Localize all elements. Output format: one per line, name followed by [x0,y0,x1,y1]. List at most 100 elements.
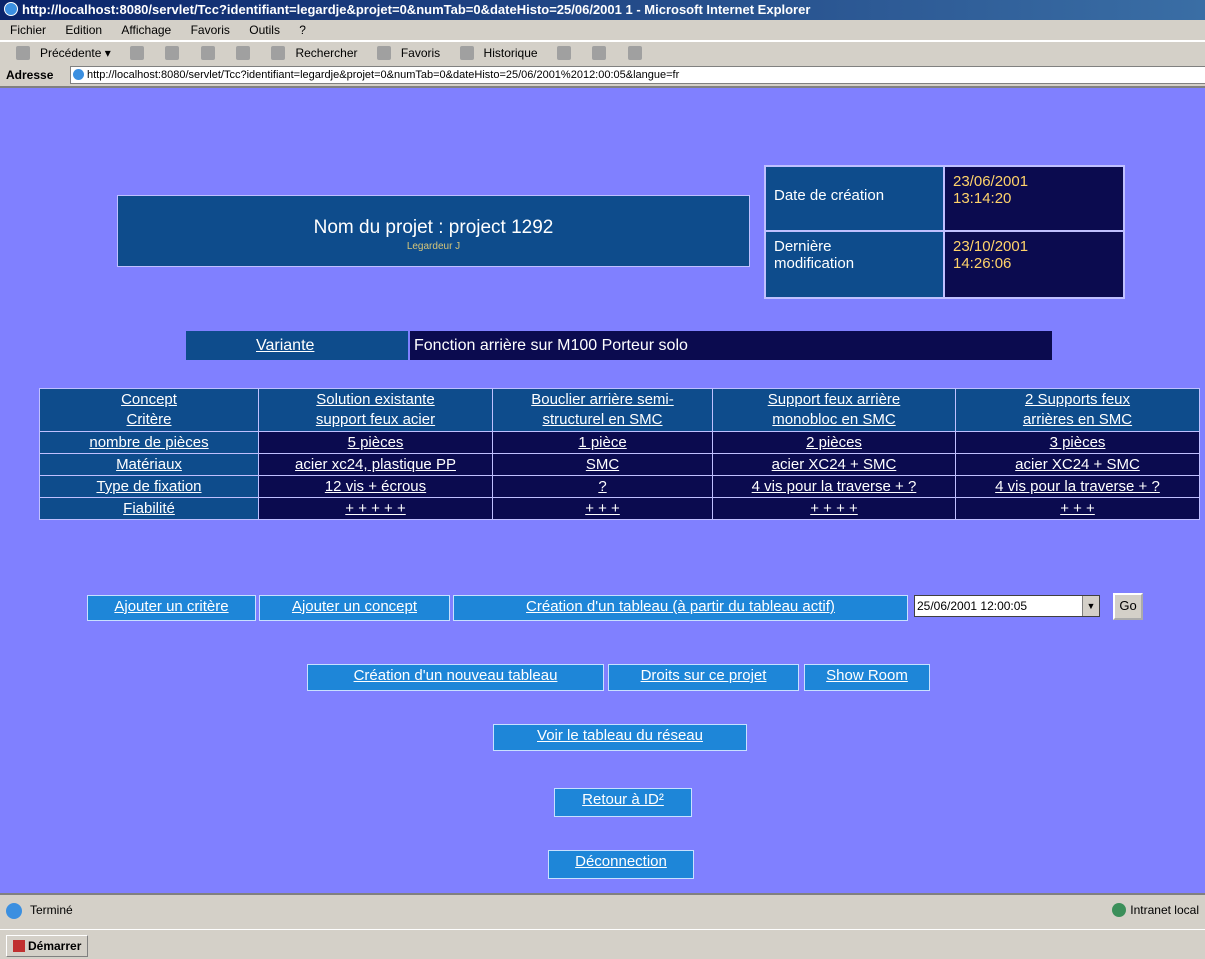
refresh-button[interactable] [193,46,217,60]
edit-button[interactable] [620,46,644,60]
windows-logo-icon [13,940,25,952]
concept-1-line-1[interactable]: Solution existante [316,391,434,408]
value-link[interactable]: + + + + [810,500,858,517]
criterion-cell[interactable]: Type de fixation [39,475,259,498]
criterion-cell[interactable]: Matériaux [39,453,259,476]
value-link[interactable]: acier xc24, plastique PP [295,456,456,473]
network-table-button[interactable]: Voir le tableau du réseau [493,724,747,751]
table-row: nombre de pièces 5 pièces 1 pièce 2 pièc… [39,431,1200,454]
back-label: Précédente [40,46,102,60]
value-link[interactable]: 4 vis pour la traverse + ? [752,478,917,495]
address-label: Adresse [6,68,54,82]
value-cell[interactable]: + + + + + [258,497,493,520]
variant-link[interactable]: Variante [186,331,408,360]
menu-fichier[interactable]: Fichier [10,23,46,37]
logout-button[interactable]: Déconnection [548,850,694,879]
value-cell[interactable]: 2 pièces [712,431,956,454]
value-cell[interactable]: 5 pièces [258,431,493,454]
modified-date: 23/10/2001 [953,238,1029,255]
value-link[interactable]: 12 vis + écrous [325,478,426,495]
criterion-label[interactable]: Fiabilité [123,500,175,517]
concept-4-line-2[interactable]: arrières en SMC [1023,411,1132,428]
value-cell[interactable]: 12 vis + écrous [258,475,493,498]
concept-4-line-1[interactable]: 2 Supports feux [1025,391,1130,408]
criterion-cell[interactable]: Fiabilité [39,497,259,520]
show-room-button[interactable]: Show Room [804,664,930,691]
stop-button[interactable] [157,46,181,60]
concept-header[interactable]: Concept [121,391,177,408]
menu-favoris[interactable]: Favoris [191,23,230,37]
create-new-table-button[interactable]: Création d'un nouveau tableau [307,664,604,691]
value-cell[interactable]: acier XC24 + SMC [712,453,956,476]
value-link[interactable]: + + + + + [345,500,405,517]
value-cell[interactable]: acier xc24, plastique PP [258,453,493,476]
value-link[interactable]: acier XC24 + SMC [772,456,897,473]
concept-2-line-2[interactable]: structurel en SMC [542,411,662,428]
value-cell[interactable]: 1 pièce [492,431,713,454]
value-cell[interactable]: + + + + [712,497,956,520]
address-input[interactable]: http://localhost:8080/servlet/Tcc?identi… [70,66,1205,84]
start-button[interactable]: Démarrer [6,935,89,957]
concept-header-1[interactable]: Solution existante support feux acier [258,388,493,432]
value-cell[interactable]: acier XC24 + SMC [955,453,1200,476]
create-from-active-button[interactable]: Création d'un tableau (à partir du table… [453,595,908,621]
project-rights-button[interactable]: Droits sur ce projet [608,664,799,691]
toolbar: Précédente ▾ Rechercher Favoris Historiq… [0,41,1205,65]
concept-header-2[interactable]: Bouclier arrière semi-structurel en SMC [492,388,713,432]
taskbar: Démarrer [0,929,1205,959]
value-cell[interactable]: SMC [492,453,713,476]
favorites-button[interactable]: Favoris [369,46,440,60]
modified-label-cell: Dernière modification [766,232,943,297]
value-link[interactable]: ? [598,478,606,495]
mail-button[interactable] [549,46,573,60]
back-to-id-button[interactable]: Retour à ID² [554,788,692,817]
concept-3-line-2[interactable]: monobloc en SMC [772,411,895,428]
variant-row: Variante Fonction arrière sur M100 Porte… [186,331,1052,360]
history-date-select[interactable]: 25/06/2001 12:00:05 ▼ [914,595,1100,617]
back-button[interactable]: Précédente ▾ [8,46,111,60]
criterion-label[interactable]: Matériaux [116,456,182,473]
value-link[interactable]: 1 pièce [578,434,626,451]
value-link[interactable]: + + + [1060,500,1095,517]
menu-outils[interactable]: Outils [249,23,280,37]
menu-help[interactable]: ? [299,23,306,37]
menu-affichage[interactable]: Affichage [121,23,171,37]
table-row: Matériaux acier xc24, plastique PP SMC a… [39,453,1200,476]
criterion-cell[interactable]: nombre de pièces [39,431,259,454]
search-button[interactable]: Rechercher [263,46,358,60]
value-cell[interactable]: 4 vis pour la traverse + ? [712,475,956,498]
value-cell[interactable]: + + + [492,497,713,520]
value-link[interactable]: acier XC24 + SMC [1015,456,1140,473]
concept-header-4[interactable]: 2 Supports feux arrières en SMC [955,388,1200,432]
value-link[interactable]: 3 pièces [1050,434,1106,451]
value-link[interactable]: 2 pièces [806,434,862,451]
criterion-label[interactable]: nombre de pièces [89,434,208,451]
print-button[interactable] [584,46,608,60]
value-link[interactable]: 4 vis pour la traverse + ? [995,478,1160,495]
criterion-label[interactable]: Type de fixation [96,478,201,495]
home-icon [236,46,251,60]
value-link[interactable]: 5 pièces [348,434,404,451]
modified-label-2: modification [774,255,855,272]
forward-button[interactable] [122,46,146,60]
concept-3-line-1[interactable]: Support feux arrière [768,391,901,408]
value-link[interactable]: + + + [585,500,620,517]
history-button[interactable]: Historique [452,46,538,60]
corner-header[interactable]: Concept Critère [39,388,259,432]
value-cell[interactable]: 3 pièces [955,431,1200,454]
concept-2-line-1[interactable]: Bouclier arrière semi- [531,391,674,408]
go-button[interactable]: Go [1113,593,1143,620]
menu-edition[interactable]: Edition [65,23,102,37]
value-cell[interactable]: 4 vis pour la traverse + ? [955,475,1200,498]
value-cell[interactable]: + + + [955,497,1200,520]
chevron-down-icon[interactable]: ▼ [1082,596,1099,616]
value-cell[interactable]: ? [492,475,713,498]
add-criterion-button[interactable]: Ajouter un critère [87,595,256,621]
concept-1-line-2[interactable]: support feux acier [316,411,435,428]
add-concept-button[interactable]: Ajouter un concept [259,595,450,621]
value-link[interactable]: SMC [586,456,619,473]
concept-header-3[interactable]: Support feux arrière monobloc en SMC [712,388,956,432]
home-button[interactable] [228,46,252,60]
refresh-icon [200,46,215,60]
criterion-header[interactable]: Critère [126,411,171,428]
